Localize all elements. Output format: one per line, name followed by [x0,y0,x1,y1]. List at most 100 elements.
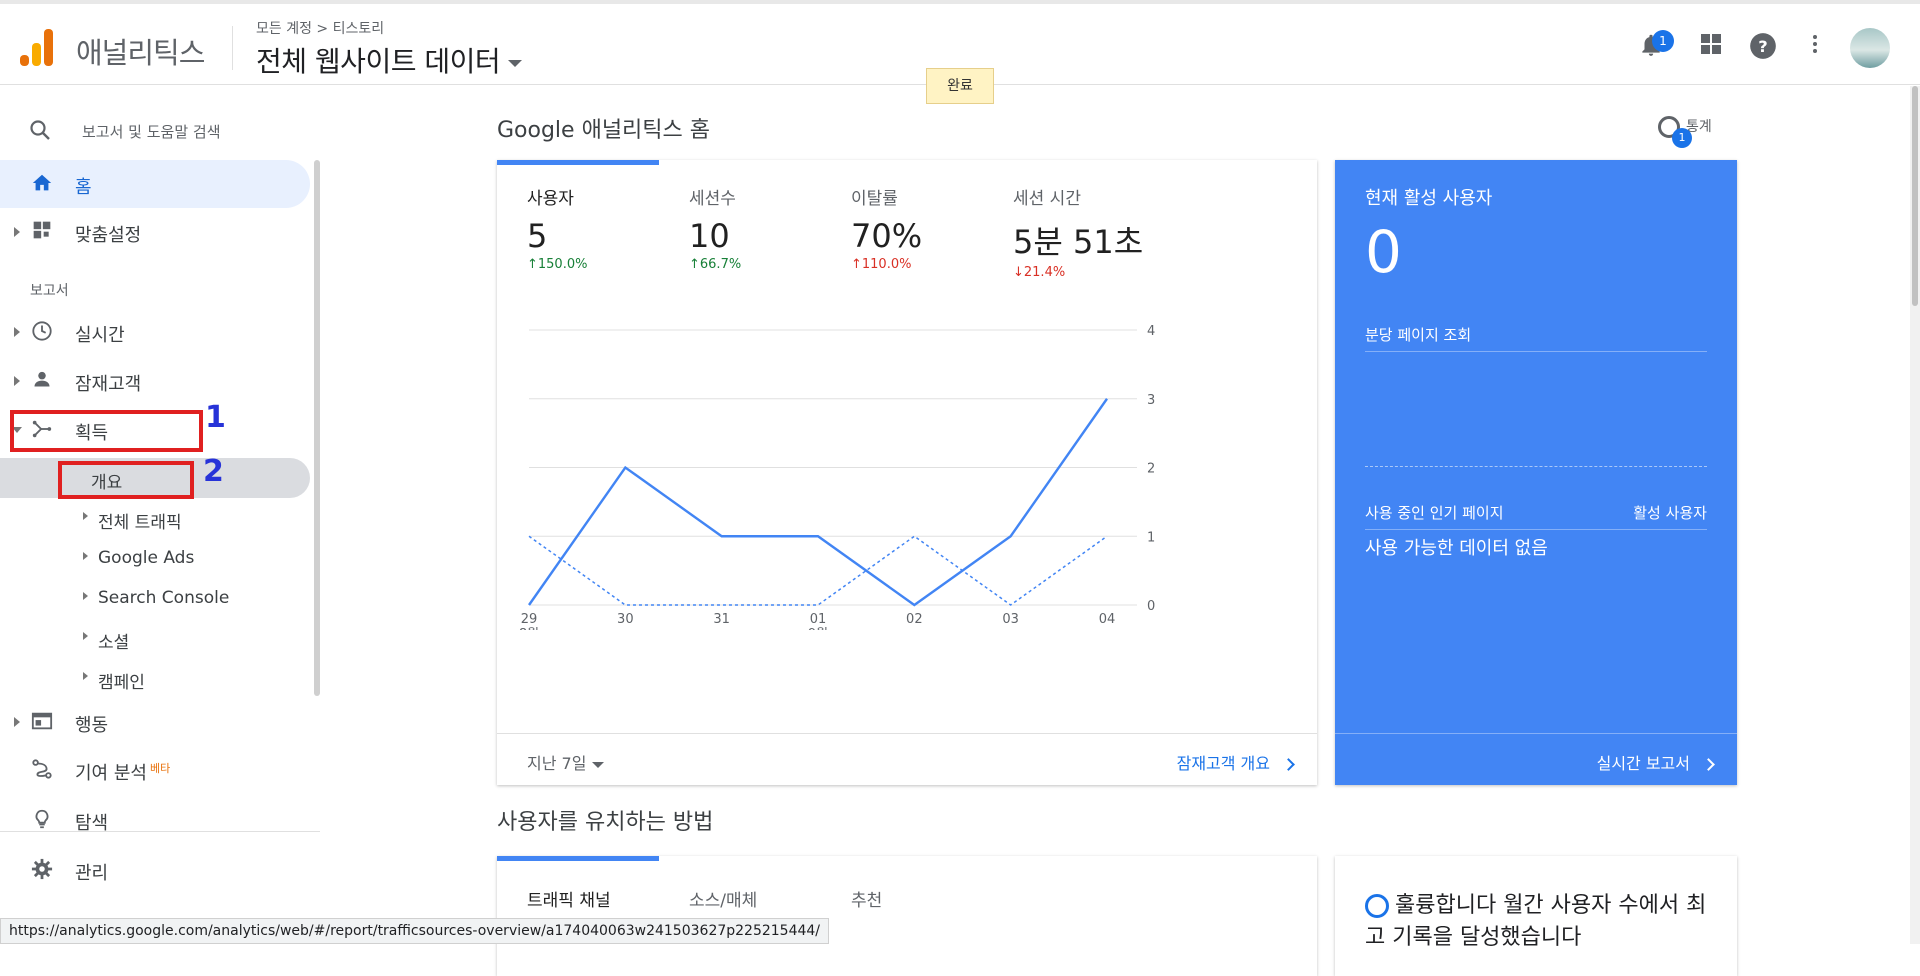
x-tick-label: 29 [521,612,538,627]
svg-text:?: ? [1758,37,1767,56]
help-icon[interactable]: ? [1748,32,1778,62]
brand-name[interactable]: 애널리틱스 [76,30,205,72]
attribution-icon [30,758,54,782]
sidebar-item-discover[interactable]: 탐색 [0,796,310,844]
realtime-title: 현재 활성 사용자 [1365,188,1493,209]
page-scrollbar[interactable] [1910,86,1920,944]
avatar[interactable] [1850,28,1890,68]
realtime-report-label: 실시간 보고서 [1596,754,1690,773]
chevron-right-icon [14,327,20,337]
overview-card-footer: 지난 7일 잠재고객 개요 [497,733,1317,785]
sidebar-item-realtime[interactable]: 실시간 [0,308,310,356]
sidebar-item-label: 기여 분석 베타 [75,759,170,785]
metric-sessions[interactable]: 세션수 10 ↑66.7% [689,184,849,272]
realtime-card: 현재 활성 사용자 0 분당 페이지 조회 사용 중인 인기 페이지 활성 사용… [1335,160,1737,785]
sidebar-item-behavior[interactable]: 행동 [0,698,310,746]
no-data-message: 사용 가능한 데이터 없음 [1365,538,1548,559]
property-name: 전체 웹사이트 데이터 [256,45,501,78]
sidebar-item-label: 잠재고객 [75,374,142,395]
search-icon [28,118,52,148]
analytics-logo-icon[interactable] [20,28,54,66]
users-line-chart: 01234298월3031019월020304 [519,324,1155,630]
metric-value: 5분 51초 [1013,223,1144,261]
report-search[interactable]: 보고서 및 도움말 검색 [0,108,320,152]
sidebar-item-label: 캠페인 [98,673,145,693]
metric-bounce-rate[interactable]: 이탈률 70% ↑110.0% [851,184,1011,272]
y-tick-label: 3 [1147,393,1155,408]
date-range-label: 지난 7일 [527,754,587,773]
sidebar-item-label: 맞춤설정 [75,225,142,246]
sidebar-item-customization[interactable]: 맞춤설정 [0,208,310,256]
overview-card: 사용자 5 ↑150.0% 세션수 10 ↑66.7% 이탈률 70% ↑110… [497,160,1317,785]
tab-referrals[interactable]: 추천 [851,886,882,911]
lightbulb-icon [30,808,54,832]
sidebar-subitem-search-console[interactable]: Search Console [0,578,310,618]
chevron-right-icon [83,592,88,600]
insights-badge: 1 [1672,128,1692,148]
metric-label: 세션수 [689,189,736,209]
sidebar: 보고서 및 도움말 검색 홈 맞춤설정 보고서 실시간 잠재고객 획득 1 개요… [0,86,320,944]
chevron-right-icon [1702,758,1715,771]
sidebar-subitem-social[interactable]: 소셜 [0,618,310,658]
chevron-right-icon [83,512,88,520]
breadcrumb[interactable]: 모든 계정 > 티스토리 [256,18,384,38]
x-tick-label: 04 [1099,612,1116,627]
gear-icon [30,858,54,882]
annotation-box-1 [10,410,203,452]
metric-delta: ↑66.7% [689,257,742,272]
top-pages-label: 사용 중인 인기 페이지 [1365,504,1504,522]
sidebar-subitem-campaigns[interactable]: 캠페인 [0,658,310,698]
done-chip[interactable]: 완료 [926,68,994,104]
x-tick-label: 03 [1002,612,1019,627]
beta-badge: 베타 [149,762,171,775]
sidebar-item-attribution[interactable]: 기여 분석 베타 [0,746,310,794]
more-vert-icon[interactable] [1800,32,1830,62]
metric-label: 사용자 [527,189,574,209]
metric-delta: ↓21.4% [1013,265,1066,280]
home-icon [30,172,54,196]
behavior-icon [30,710,54,734]
metric-value: 70% [851,217,923,255]
property-selector[interactable]: 전체 웹사이트 데이터 [256,40,523,80]
audience-overview-link[interactable]: 잠재고객 개요 [1176,750,1295,774]
notification-badge: 1 [1652,30,1674,52]
attribution-label: 기여 분석 [75,763,147,784]
header-divider [232,26,233,70]
metric-value: 10 [689,217,730,255]
metric-users[interactable]: 사용자 5 ↑150.0% [527,184,687,272]
sidebar-item-home[interactable]: 홈 [0,160,310,208]
chevron-right-icon [14,227,20,237]
chevron-right-icon [1282,758,1295,771]
caret-down-icon [592,761,605,768]
sidebar-item-label: Search Console [98,588,230,608]
realtime-card-footer: 실시간 보고서 [1335,733,1737,785]
dashboard-icon [30,220,54,244]
x-tick-label: 31 [713,612,730,627]
x-tick-label: 30 [617,612,634,627]
audience-overview-label: 잠재고객 개요 [1176,754,1270,773]
sidebar-subitem-google-ads[interactable]: Google Ads [0,538,310,578]
page-scrollbar-thumb[interactable] [1912,86,1918,306]
chevron-right-icon [83,552,88,560]
x-tick-label: 01 [810,612,827,627]
sidebar-item-audience[interactable]: 잠재고객 [0,357,310,405]
sidebar-item-label: Google Ads [98,548,195,568]
annotation-number-1: 1 [205,400,226,435]
date-range-selector[interactable]: 지난 7일 [527,750,605,774]
sidebar-subitem-all-traffic[interactable]: 전체 트래픽 [0,498,310,538]
insight-icon [1365,894,1389,918]
metric-label: 세션 시간 [1013,189,1081,209]
page-title: Google 애널리틱스 홈 [497,118,711,143]
metric-session-duration[interactable]: 세션 시간 5분 51초 ↓21.4% [1013,184,1233,280]
sidebar-item-label: 전체 트래픽 [98,513,182,533]
sidebar-item-admin[interactable]: 관리 [0,846,310,894]
realtime-report-link[interactable]: 실시간 보고서 [1596,750,1715,774]
sidebar-item-label: 홈 [75,177,92,198]
sidebar-item-label: 행동 [75,715,109,736]
tab-source-medium[interactable]: 소스/매체 [689,886,757,911]
acquisition-section-title: 사용자를 유치하는 방법 [497,810,714,835]
apps-grid-icon[interactable] [1696,32,1726,62]
insight-card[interactable]: 훌륭합니다 월간 사용자 수에서 최고 기록을 달성했습니다 [1335,856,1737,976]
search-placeholder: 보고서 및 도움말 검색 [82,123,221,141]
tab-traffic-channel[interactable]: 트래픽 채널 [527,886,611,911]
